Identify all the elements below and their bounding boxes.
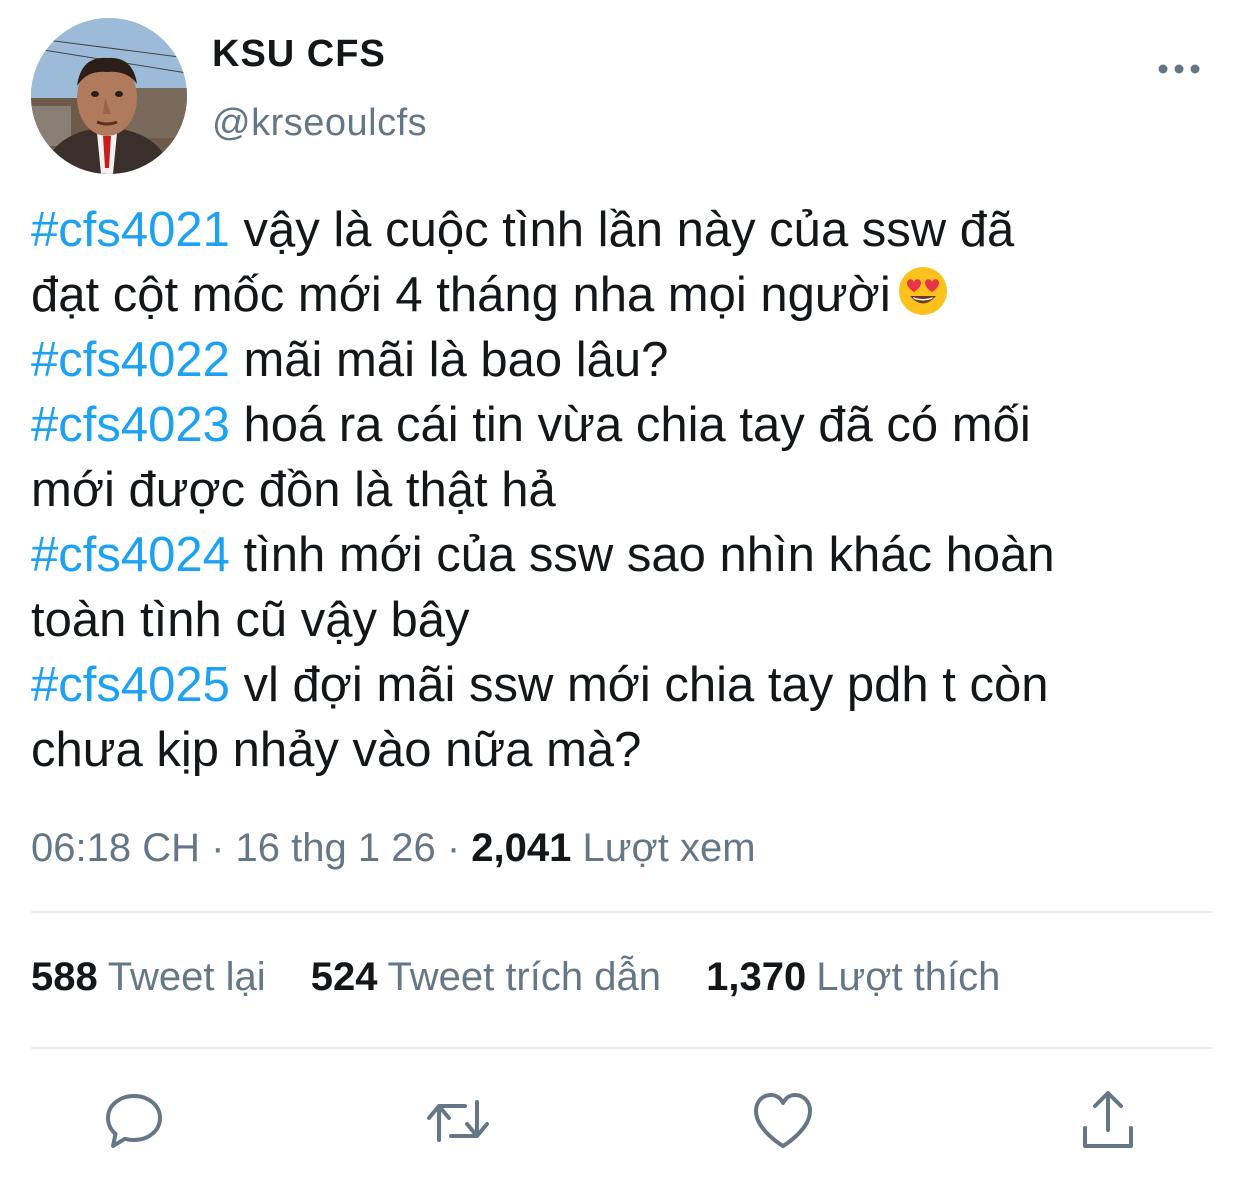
tweet-line: #cfs4022 mãi mãi là bao lâu? xyxy=(31,328,1231,393)
tweet-line-text: vậy là cuộc tình lần này của ssw đã xyxy=(229,203,1015,257)
tweet-line: #cfs4023 hoá ra cái tin vừa chia tay đã … xyxy=(31,393,1231,458)
tweet-line: chưa kịp nhảy vào nữa mà? xyxy=(31,718,1231,783)
retweets-label: Tweet lại xyxy=(107,955,266,999)
retweet-arrows-icon[interactable] xyxy=(425,1088,491,1154)
tweet-line: mới được đồn là thật hả xyxy=(31,458,1231,523)
retweets-count: 588 xyxy=(31,955,98,999)
likes-stat[interactable]: 1,370 Lượt thích xyxy=(706,955,1000,1000)
retweets-stat[interactable]: 588 Tweet lại xyxy=(31,955,266,1000)
avatar[interactable] xyxy=(31,18,187,174)
more-dots-icon[interactable] xyxy=(1156,54,1202,84)
tweet-line: #cfs4025 vl đợi mãi ssw mới chia tay pdh… xyxy=(31,653,1231,718)
divider xyxy=(31,911,1212,913)
likes-label: Lượt thích xyxy=(816,955,1001,999)
tweet-date[interactable]: 16 thg 1 26 xyxy=(236,826,436,870)
divider xyxy=(31,1047,1212,1049)
hashtag-link[interactable]: #cfs4023 xyxy=(31,398,230,452)
quotes-stat[interactable]: 524 Tweet trích dẫn xyxy=(311,955,661,1000)
heart-eyes-emoji-icon xyxy=(897,265,949,317)
tweet-line: #cfs4021 vậy là cuộc tình lần này của ss… xyxy=(31,198,1231,263)
hashtag-link[interactable]: #cfs4021 xyxy=(31,203,230,257)
display-name[interactable]: KSU CFS xyxy=(212,33,386,76)
quotes-label: Tweet trích dẫn xyxy=(387,955,661,999)
hashtag-link[interactable]: #cfs4024 xyxy=(31,528,230,582)
hashtag-link[interactable]: #cfs4022 xyxy=(31,333,230,387)
tweet-line-text: mới được đồn là thật hả xyxy=(31,463,556,517)
likes-count: 1,370 xyxy=(706,955,807,999)
user-handle[interactable]: @krseoulcfs xyxy=(212,102,427,145)
tweet-line-text: chưa kịp nhảy vào nữa mà? xyxy=(31,723,642,777)
tweet-line-text: toàn tình cũ vậy bây xyxy=(31,593,470,647)
tweet-time[interactable]: 06:18 CH xyxy=(31,826,200,870)
meta-separator: · xyxy=(435,826,472,870)
share-upload-icon[interactable] xyxy=(1075,1088,1141,1154)
tweet-meta: 06:18 CH · 16 thg 1 26 · 2,041 Lượt xem xyxy=(31,826,756,871)
tweet-line: đạt cột mốc mới 4 tháng nha mọi người xyxy=(31,263,1231,328)
tweet-line-text: đạt cột mốc mới 4 tháng nha mọi người xyxy=(31,268,891,322)
tweet-line-text: mãi mãi là bao lâu? xyxy=(229,333,669,387)
engagement-stats: 588 Tweet lại 524 Tweet trích dẫn 1,370 Lượ… xyxy=(31,955,1034,1000)
tweet-detail: KSU CFS @krseoulcfs #cfs4021 vậy là cuộc… xyxy=(0,0,1242,1181)
tweet-line: toàn tình cũ vậy bây xyxy=(31,588,1231,653)
tweet-text: #cfs4021 vậy là cuộc tình lần này của ss… xyxy=(31,198,1231,783)
tweet-line-text: hoá ra cái tin vừa chia tay đã có mối xyxy=(229,398,1031,452)
views-count: 2,041 xyxy=(471,826,572,870)
meta-separator: · xyxy=(199,826,236,870)
quotes-count: 524 xyxy=(310,955,378,999)
views-label: Lượt xem xyxy=(571,826,756,870)
tweet-line-text: tình mới của ssw sao nhìn khác hoàn xyxy=(229,528,1055,582)
tweet-line: #cfs4024 tình mới của ssw sao nhìn khác … xyxy=(31,523,1231,588)
hashtag-link[interactable]: #cfs4025 xyxy=(31,658,230,712)
heart-icon[interactable] xyxy=(750,1088,816,1154)
reply-bubble-icon[interactable] xyxy=(101,1088,167,1154)
tweet-line-text: vl đợi mãi ssw mới chia tay pdh t còn xyxy=(229,658,1049,712)
